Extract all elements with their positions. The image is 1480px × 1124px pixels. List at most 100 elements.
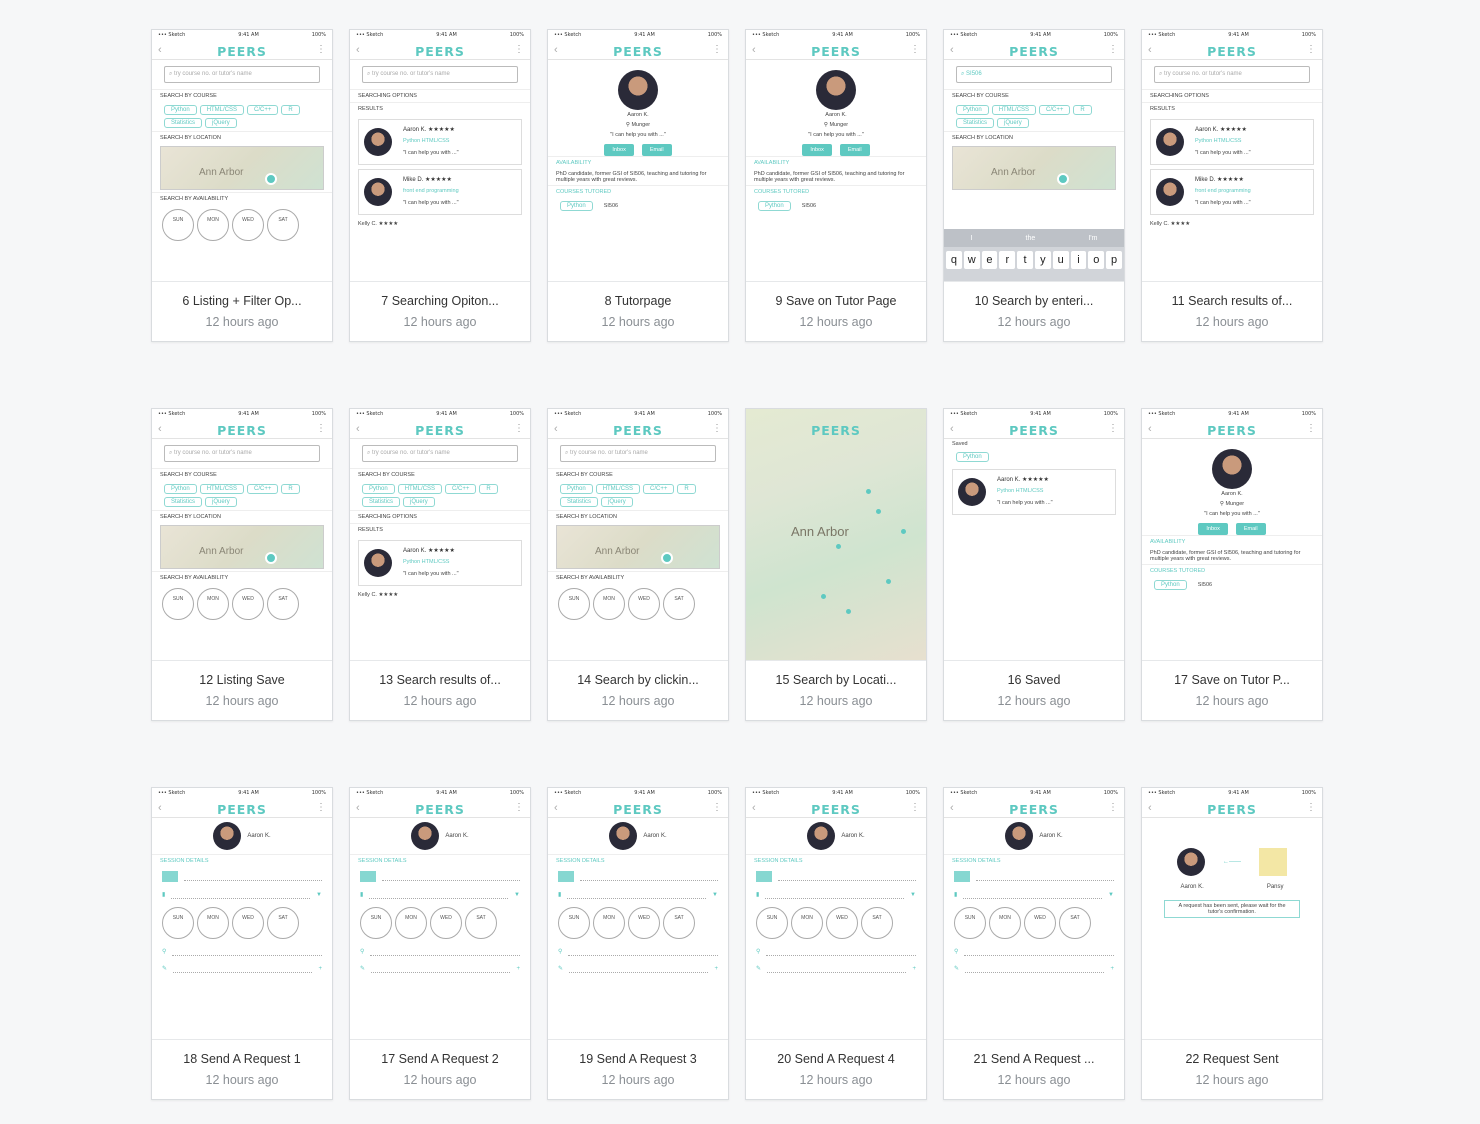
email-button[interactable]: Email bbox=[641, 144, 672, 156]
time-slot[interactable]: MON bbox=[395, 907, 427, 939]
course-chip[interactable]: Python bbox=[164, 484, 197, 494]
course-chip[interactable]: jQuery bbox=[205, 497, 237, 507]
map-pin[interactable] bbox=[265, 173, 277, 185]
design-thumbnail[interactable]: ••• Sketch 9:41 AM 100% ‹ PEERS ⋮ ⌕ try course… bbox=[350, 409, 530, 661]
email-button[interactable]: Email bbox=[839, 144, 870, 156]
location-field[interactable]: ⚲ bbox=[350, 943, 530, 960]
course-input[interactable] bbox=[184, 872, 322, 881]
day-option[interactable]: SAT bbox=[663, 588, 695, 620]
card-title[interactable]: 6 Listing + Filter Op... bbox=[152, 294, 332, 308]
course-chip[interactable]: C/C++ bbox=[445, 484, 477, 494]
card-title[interactable]: 13 Search results of... bbox=[350, 673, 530, 687]
design-card[interactable]: ••• Sketch 9:41 AM 100% ‹ PEERS ⋮ Aaron K. ⚲ Mu… bbox=[1141, 408, 1323, 721]
note-field[interactable]: ✎ + bbox=[944, 960, 1124, 977]
design-thumbnail[interactable]: ••• Sketch 9:41 AM 100% ‹ PEERS ⋮ Aaron K. ⚲ Mu… bbox=[746, 30, 926, 282]
time-slot[interactable]: SUN bbox=[954, 907, 986, 939]
note-input[interactable] bbox=[173, 964, 313, 973]
design-thumbnail[interactable]: ••• Sketch 9:41 AM 100% ‹ PEERS ⋮ Aaron K. SESS… bbox=[944, 788, 1124, 1040]
course-chip[interactable]: R bbox=[677, 484, 696, 494]
day-option[interactable]: MON bbox=[197, 209, 229, 241]
email-button[interactable]: Email bbox=[1235, 523, 1266, 535]
day-option[interactable]: WED bbox=[628, 588, 660, 620]
time-slot[interactable]: WED bbox=[1024, 907, 1056, 939]
time-slot[interactable]: MON bbox=[791, 907, 823, 939]
map-marker[interactable] bbox=[886, 579, 891, 584]
design-card[interactable]: ••• Sketch 9:41 AM 100% ‹ PEERS ⋮ Aaron K. SESS… bbox=[547, 787, 729, 1100]
note-input[interactable] bbox=[569, 964, 709, 973]
tag-input[interactable] bbox=[765, 890, 905, 899]
design-thumbnail[interactable]: ••• Sketch 9:41 AM 100% ‹ PEERS ⋮ ⌕ try course… bbox=[152, 30, 332, 282]
search-input[interactable]: ⌕ try course no. or tutor's name bbox=[560, 445, 716, 462]
search-input[interactable]: ⌕ try course no. or tutor's name bbox=[362, 66, 518, 83]
course-field[interactable] bbox=[944, 867, 1124, 886]
note-input[interactable] bbox=[965, 964, 1105, 973]
design-card[interactable]: ••• Sketch 9:41 AM 100% ‹ PEERS ⋮ Saved Python A… bbox=[943, 408, 1125, 721]
map-marker[interactable] bbox=[846, 609, 851, 614]
add-icon[interactable]: + bbox=[1110, 966, 1114, 972]
day-option[interactable]: WED bbox=[232, 209, 264, 241]
course-chip[interactable]: Statistics bbox=[164, 497, 203, 507]
time-slot[interactable]: MON bbox=[197, 907, 229, 939]
course-chip[interactable]: Statistics bbox=[164, 118, 203, 128]
suggestion[interactable]: I bbox=[971, 235, 973, 242]
card-title[interactable]: 8 Tutorpage bbox=[548, 294, 728, 308]
course-chip[interactable]: C/C++ bbox=[247, 484, 279, 494]
inbox-button[interactable]: Inbox bbox=[604, 144, 634, 156]
day-option[interactable]: SAT bbox=[267, 588, 299, 620]
tag-input[interactable] bbox=[369, 890, 509, 899]
time-slot[interactable]: MON bbox=[593, 907, 625, 939]
map-marker[interactable] bbox=[836, 544, 841, 549]
location-map[interactable]: Ann Arbor bbox=[160, 146, 324, 190]
tag-input[interactable] bbox=[171, 890, 311, 899]
inbox-button[interactable]: Inbox bbox=[1198, 523, 1228, 535]
key[interactable]: w bbox=[963, 251, 980, 269]
course-chip[interactable]: C/C++ bbox=[247, 105, 279, 115]
course-chip[interactable]: Statistics bbox=[956, 118, 995, 128]
location-field[interactable]: ⚲ bbox=[152, 943, 332, 960]
key[interactable]: t bbox=[1017, 251, 1033, 269]
add-icon[interactable]: + bbox=[516, 966, 520, 972]
design-card[interactable]: ••• Sketch 9:41 AM 100% ‹ PEERS ⋮ ⌕ try course… bbox=[547, 408, 729, 721]
time-slot[interactable]: SAT bbox=[861, 907, 893, 939]
time-slot[interactable]: WED bbox=[826, 907, 858, 939]
key[interactable]: q bbox=[946, 251, 962, 269]
location-map[interactable]: Ann Arbor bbox=[556, 525, 720, 569]
course-chip[interactable]: Python bbox=[758, 201, 791, 211]
course-chip[interactable]: R bbox=[281, 105, 300, 115]
design-thumbnail[interactable]: ••• Sketch 9:41 AM 100% ‹ PEERS ⋮ ⌕ try course… bbox=[152, 409, 332, 661]
keyboard[interactable]: Ithe I'm q w e r t y u i o p bbox=[944, 229, 1124, 281]
location-input[interactable] bbox=[964, 947, 1114, 956]
day-option[interactable]: WED bbox=[232, 588, 264, 620]
key[interactable]: r bbox=[999, 251, 1016, 269]
course-input[interactable] bbox=[778, 872, 916, 881]
day-option[interactable]: SUN bbox=[558, 588, 590, 620]
map-marker[interactable] bbox=[901, 529, 906, 534]
course-chip[interactable]: Statistics bbox=[560, 497, 599, 507]
course-chip[interactable]: C/C++ bbox=[643, 484, 675, 494]
course-input[interactable] bbox=[976, 872, 1114, 881]
course-field[interactable] bbox=[548, 867, 728, 886]
course-select[interactable]: ▮ ▼ bbox=[350, 886, 530, 903]
course-chip[interactable]: Python bbox=[956, 105, 989, 115]
design-card[interactable]: ••• Sketch 9:41 AM 100% ‹ PEERS ⋮ ⌕ try course… bbox=[349, 408, 531, 721]
key[interactable]: y bbox=[1034, 251, 1051, 269]
design-thumbnail[interactable]: ••• Sketch 9:41 AM 100% ‹ PEERS ⋮ Aaron K. SESS… bbox=[548, 788, 728, 1040]
design-card[interactable]: ••• Sketch 9:41 AM 100% ‹ PEERS ⋮ Aaron K. SESS… bbox=[943, 787, 1125, 1100]
course-chip[interactable]: Python bbox=[362, 484, 395, 494]
course-chip[interactable]: HTML/CSS bbox=[595, 484, 641, 494]
location-map[interactable]: Ann Arbor bbox=[952, 146, 1116, 190]
map-marker[interactable] bbox=[866, 489, 871, 494]
suggestion[interactable]: I'm bbox=[1088, 235, 1097, 242]
course-chip[interactable]: Statistics bbox=[362, 497, 401, 507]
design-card[interactable]: ••• Sketch 9:41 AM 100% ‹ PEERS ⋮ Aaron K. SESS… bbox=[151, 787, 333, 1100]
tag-input[interactable] bbox=[567, 890, 707, 899]
design-card[interactable]: ••• Sketch 9:41 AM 100% ‹ PEERS ⋮ Aaron K. ⚲ Mu… bbox=[547, 29, 729, 342]
card-title[interactable]: 15 Search by Locati... bbox=[746, 673, 926, 687]
location-map[interactable]: Ann Arbor bbox=[746, 409, 926, 660]
location-field[interactable]: ⚲ bbox=[548, 943, 728, 960]
time-slot[interactable]: WED bbox=[628, 907, 660, 939]
location-input[interactable] bbox=[568, 947, 718, 956]
day-option[interactable]: SUN bbox=[162, 588, 194, 620]
course-chip[interactable]: Python bbox=[560, 201, 593, 211]
course-chip[interactable]: Python bbox=[164, 105, 197, 115]
